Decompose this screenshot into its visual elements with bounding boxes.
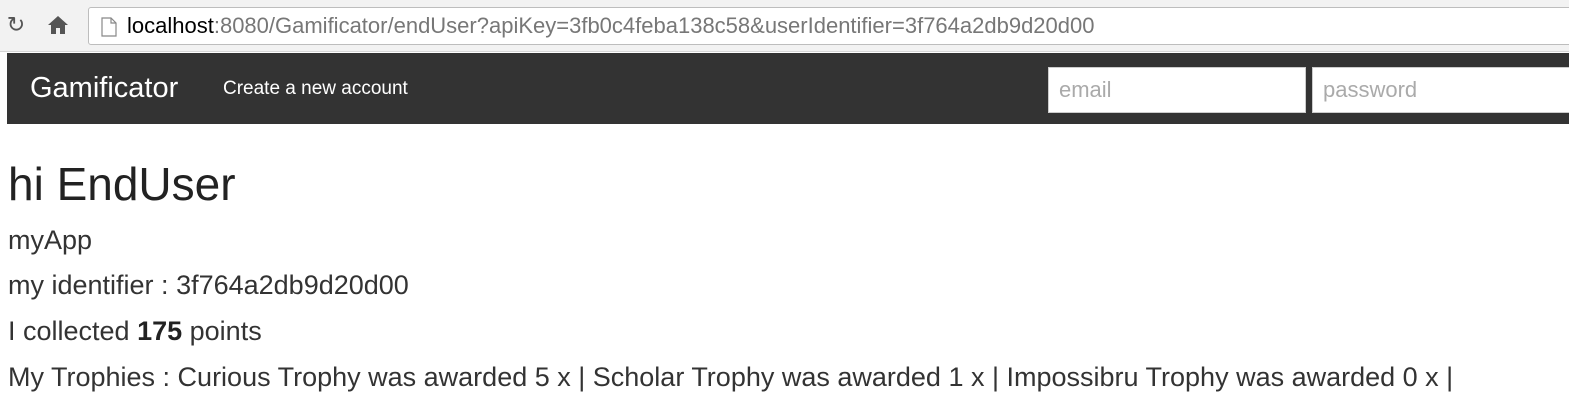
app-name: myApp (8, 225, 93, 255)
page-title: hi EndUser (8, 158, 236, 210)
points-suffix: points (182, 316, 262, 346)
url-path: :8080/Gamificator/endUser?apiKey=3fb0c4f… (213, 13, 1095, 38)
identifier-line: my identifier : 3f764a2db9d20d00 (8, 267, 409, 303)
reload-icon[interactable]: ↻ (2, 10, 30, 40)
brand-link[interactable]: Gamificator (30, 53, 178, 124)
browser-toolbar: ↻ localhost:8080/Gamificator/endUser?api… (0, 0, 1569, 52)
password-field[interactable] (1312, 67, 1569, 113)
address-bar[interactable]: localhost:8080/Gamificator/endUser?apiKe… (88, 7, 1569, 45)
page-icon (101, 17, 117, 42)
top-navbar: Gamificator Create a new account (7, 53, 1569, 124)
url-text: localhost:8080/Gamificator/endUser?apiKe… (127, 8, 1095, 44)
points-prefix: I collected (8, 316, 138, 346)
points-value: 175 (137, 316, 183, 346)
points-line: I collected 175 points (8, 313, 262, 349)
url-host: localhost (127, 13, 214, 38)
home-icon[interactable] (44, 10, 72, 40)
email-field[interactable] (1048, 67, 1306, 113)
identifier-label: my identifier : (8, 270, 177, 300)
create-account-link[interactable]: Create a new account (223, 53, 408, 124)
identifier-value: 3f764a2db9d20d00 (176, 270, 409, 300)
trophies-line: My Trophies : Curious Trophy was awarded… (8, 362, 1454, 392)
